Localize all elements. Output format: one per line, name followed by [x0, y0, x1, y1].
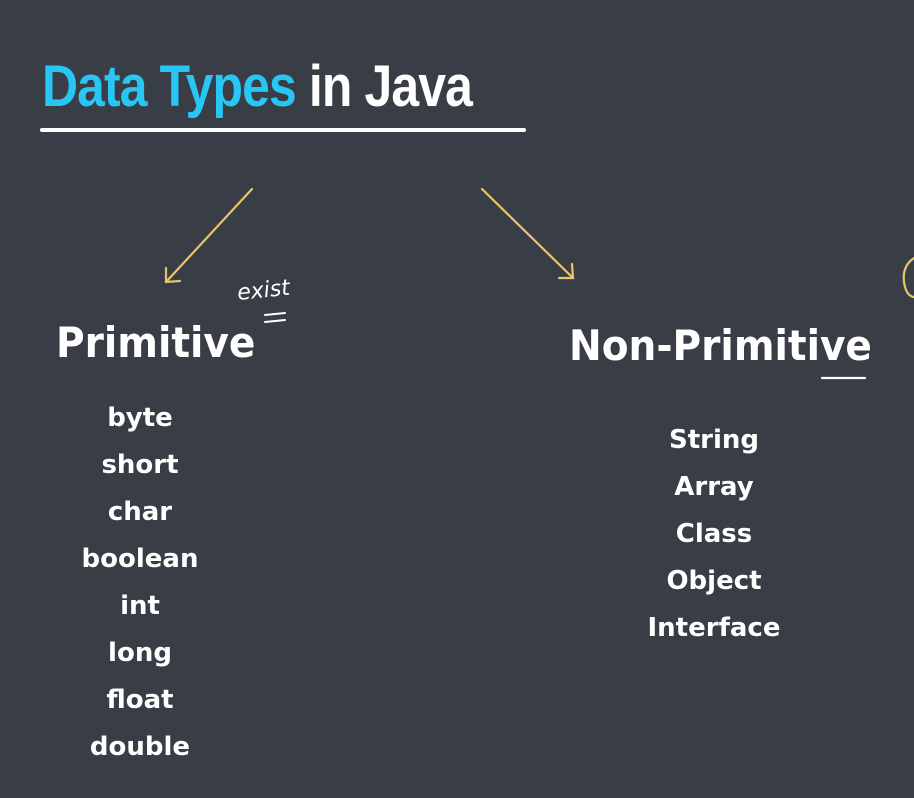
list-item: Array — [674, 472, 754, 502]
list-item: Object — [666, 566, 762, 596]
non-primitive-type-list: String Array Class Object Interface — [614, 424, 814, 659]
list-item: float — [106, 685, 174, 715]
arrow-to-primitive — [164, 187, 254, 284]
arrow-to-non-primitive — [480, 187, 575, 280]
edge-mark — [902, 256, 914, 299]
primitive-type-list: byte short char boolean int long float d… — [60, 402, 220, 778]
non-primitive-heading: Non-Primitive — [569, 321, 872, 370]
list-item: double — [89, 732, 191, 762]
list-item: long — [108, 638, 172, 668]
list-item: short — [101, 450, 179, 480]
list-item: Interface — [647, 613, 781, 643]
list-item: boolean — [81, 544, 199, 574]
list-item: Class — [675, 519, 753, 549]
list-item: String — [668, 425, 759, 455]
list-item: char — [107, 497, 173, 527]
annotation-double-underline — [264, 312, 286, 323]
primitive-heading: Primitive — [56, 318, 256, 367]
list-item: int — [120, 591, 160, 621]
list-item: byte — [107, 403, 173, 433]
annotation-exist: exist — [236, 275, 292, 306]
